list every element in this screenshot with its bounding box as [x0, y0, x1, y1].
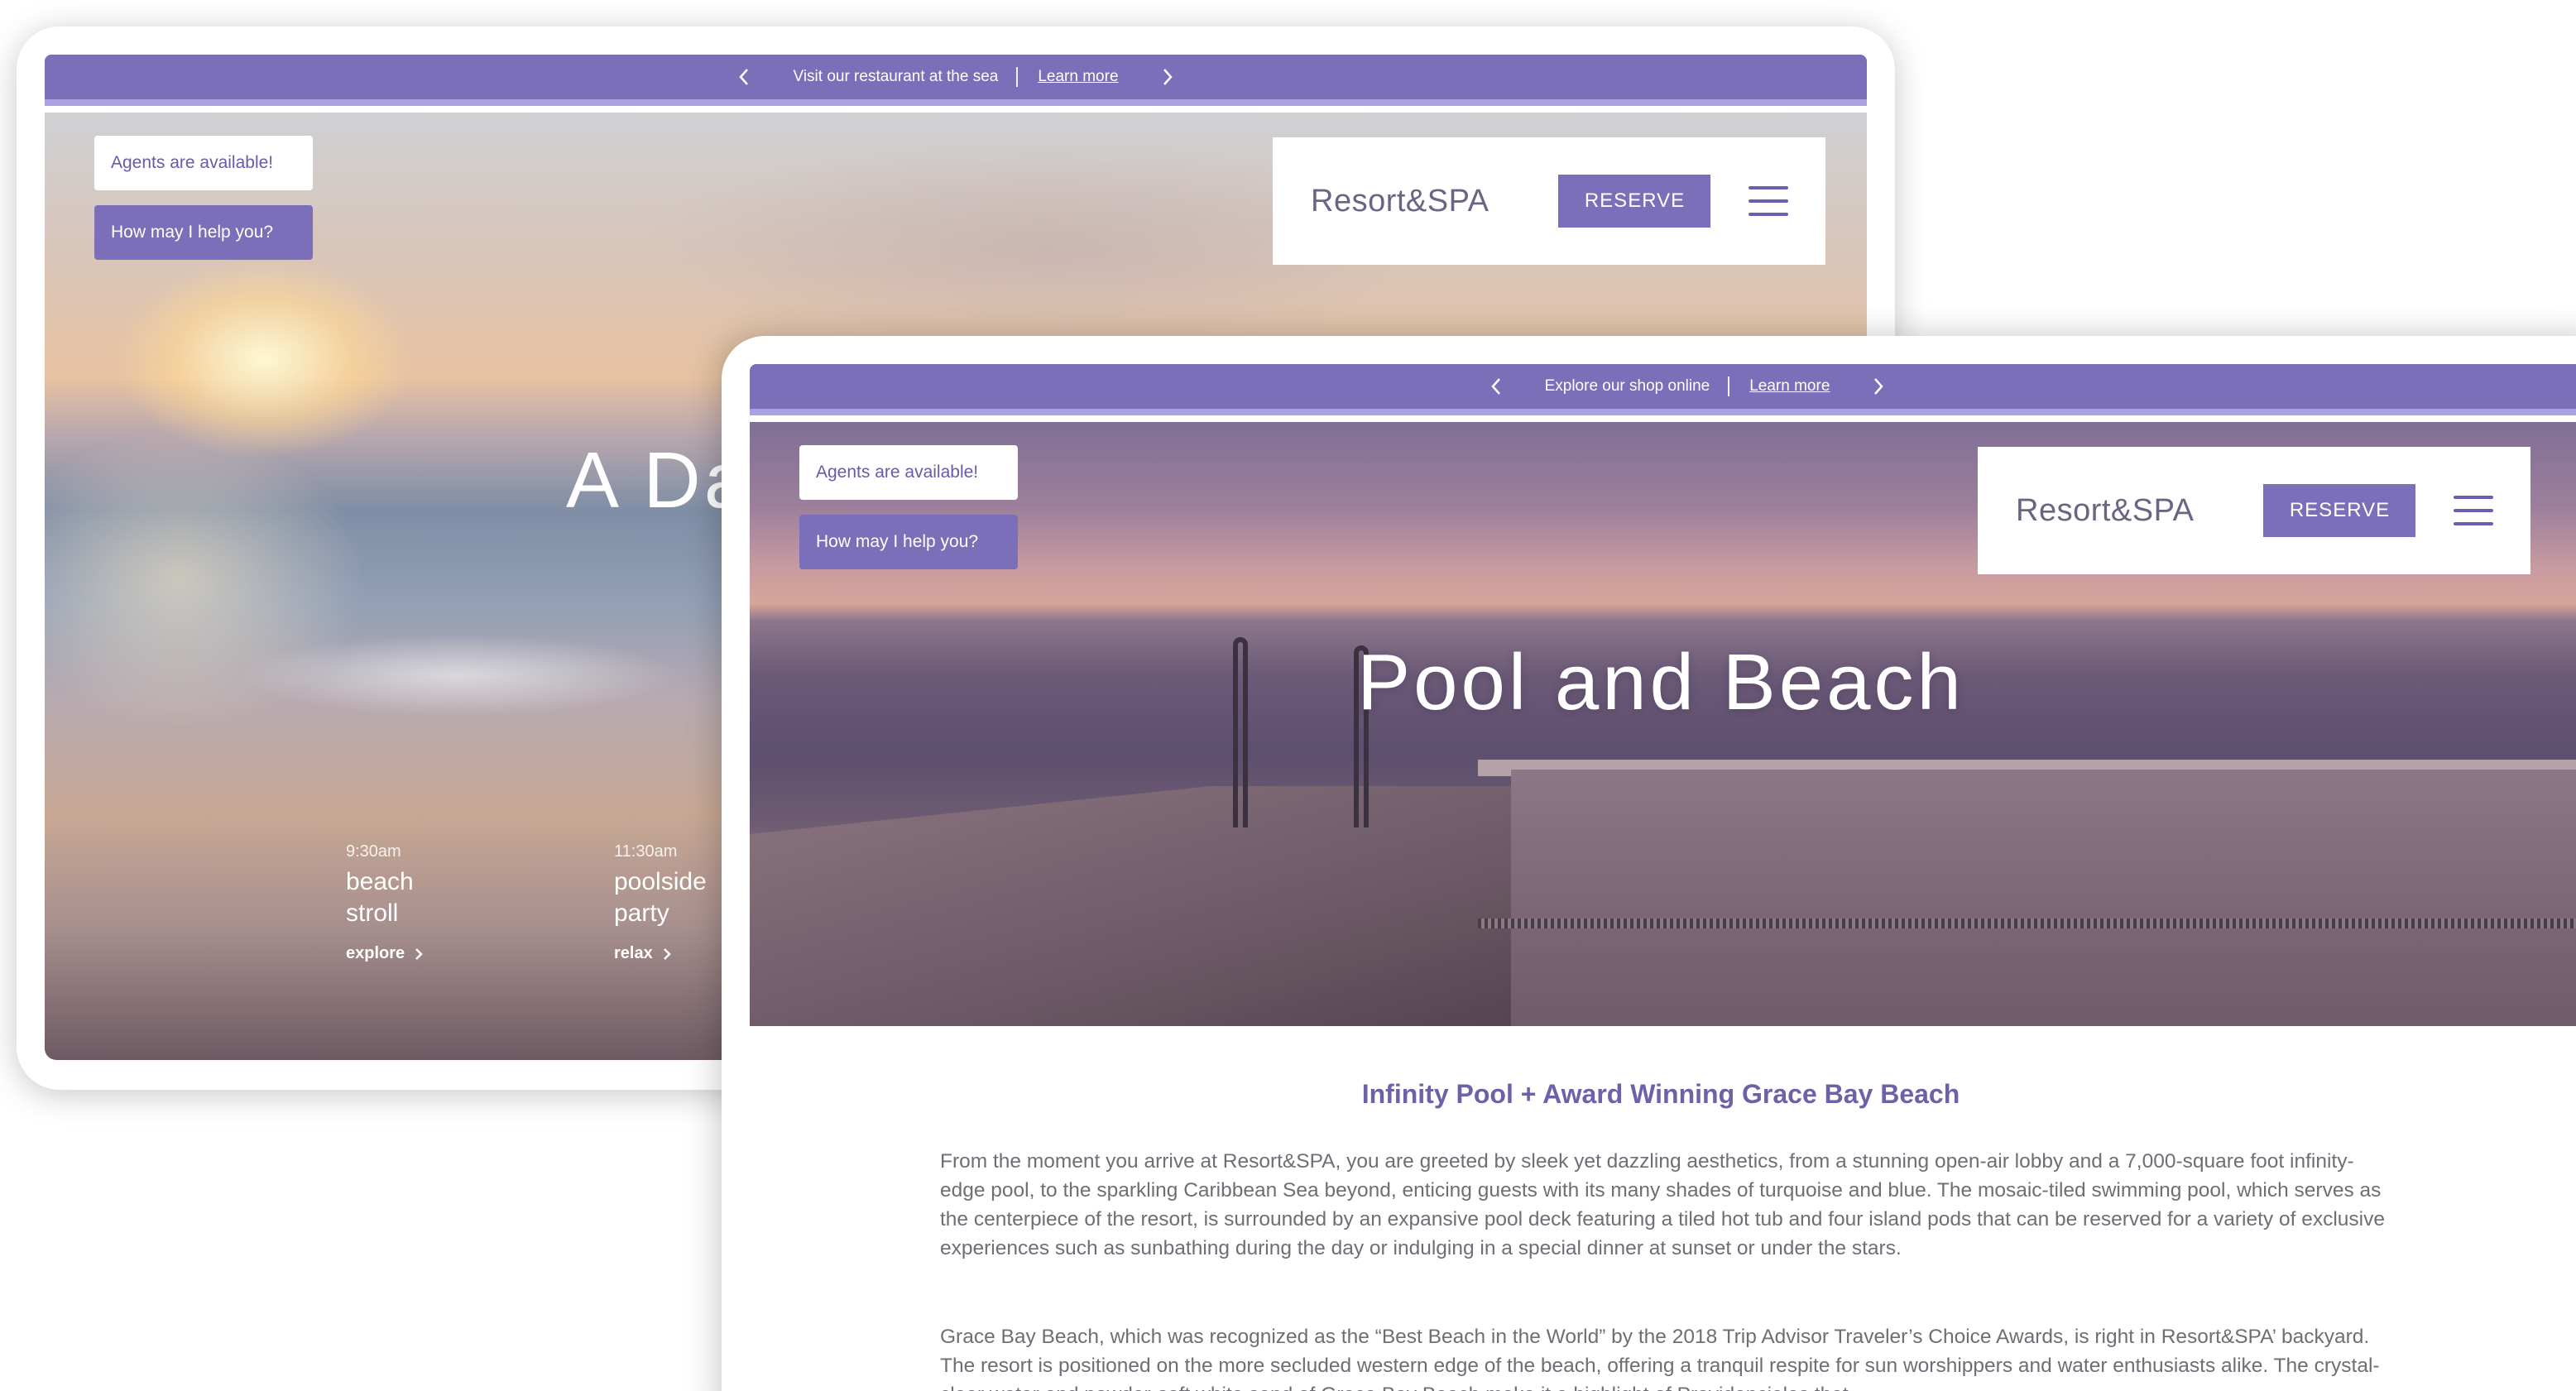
- explore-link[interactable]: explore: [346, 944, 423, 963]
- schedule-item: 9:30am beach stroll explore: [346, 842, 423, 963]
- promo-divider: [1728, 377, 1730, 396]
- agent-chat-widget: Agents are available! How may I help you…: [94, 136, 313, 260]
- agents-available-label: Agents are available!: [94, 136, 313, 190]
- article-title: Infinity Pool + Award Winning Grace Bay …: [1361, 1079, 1960, 1109]
- promo-bar: Visit our restaurant at the sea Learn mo…: [45, 55, 1867, 106]
- activity-line: stroll: [346, 899, 399, 927]
- schedule-item: 11:30am poolside party relax: [614, 842, 707, 963]
- mockup-stage: Visit our restaurant at the sea Learn mo…: [0, 0, 2576, 1391]
- link-label: explore: [346, 944, 405, 962]
- link-label: relax: [614, 944, 653, 962]
- learn-more-link[interactable]: Learn more: [1038, 68, 1118, 86]
- pool-deck: [750, 786, 1544, 1026]
- schedule-time: 9:30am: [346, 842, 401, 861]
- pool-grate: [1478, 919, 2576, 928]
- promo-bar: Explore our shop online Learn more: [750, 364, 2576, 415]
- article-section: Infinity Pool + Award Winning Grace Bay …: [750, 1026, 2576, 1391]
- chevron-left-icon[interactable]: [1487, 377, 1505, 396]
- activity-line: beach: [346, 868, 414, 895]
- schedule-time: 11:30am: [614, 842, 678, 861]
- schedule-activity: poolside party: [614, 866, 707, 929]
- header-card: Resort&SPA RESERVE: [1978, 447, 2530, 574]
- promo-divider: [1016, 67, 1019, 87]
- pool-wall: [1511, 770, 2576, 1026]
- hamburger-menu-icon[interactable]: [1749, 186, 1789, 216]
- chevron-right-icon[interactable]: [1158, 68, 1177, 86]
- wave-foam: [144, 576, 773, 775]
- front-screen: Explore our shop online Learn more Agent…: [750, 364, 2576, 1391]
- brand-logo[interactable]: Resort&SPA: [2016, 493, 2194, 529]
- reserve-button[interactable]: RESERVE: [2263, 484, 2416, 537]
- chevron-right-icon: [663, 947, 671, 960]
- help-button[interactable]: How may I help you?: [799, 515, 1018, 569]
- learn-more-link[interactable]: Learn more: [1749, 377, 1830, 396]
- help-button[interactable]: How may I help you?: [94, 205, 313, 260]
- promo-message: Visit our restaurant at the sea: [793, 68, 999, 85]
- hero-title: Pool and Beach: [1357, 638, 1964, 727]
- schedule-activity: beach stroll: [346, 866, 423, 929]
- brand-logo[interactable]: Resort&SPA: [1311, 184, 1489, 219]
- chevron-right-icon[interactable]: [1869, 377, 1888, 396]
- hamburger-menu-icon[interactable]: [2454, 496, 2494, 525]
- chevron-right-icon: [415, 947, 423, 960]
- article-paragraph: Grace Bay Beach, which was recognized as…: [940, 1326, 2380, 1391]
- activity-line: poolside: [614, 868, 707, 895]
- agents-available-label: Agents are available!: [799, 445, 1018, 500]
- header-card: Resort&SPA RESERVE: [1273, 137, 1825, 265]
- tablet-front: Explore our shop online Learn more Agent…: [722, 336, 2576, 1391]
- chevron-left-icon[interactable]: [735, 68, 753, 86]
- article-paragraph: From the moment you arrive at Resort&SPA…: [940, 1150, 2385, 1259]
- relax-link[interactable]: relax: [614, 944, 707, 963]
- activity-line: party: [614, 899, 669, 927]
- reserve-button[interactable]: RESERVE: [1558, 175, 1711, 228]
- agent-chat-widget: Agents are available! How may I help you…: [799, 445, 1018, 569]
- promo-message: Explore our shop online: [1544, 377, 1710, 395]
